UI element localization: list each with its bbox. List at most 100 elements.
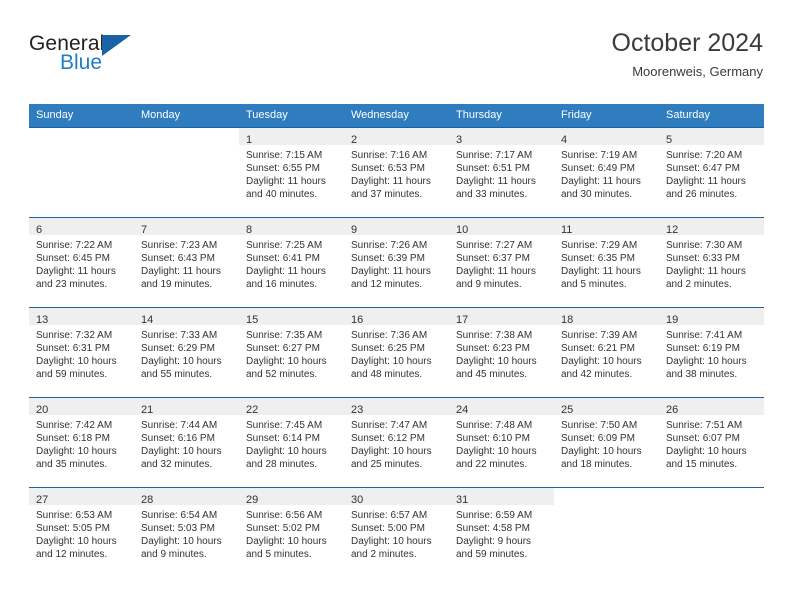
day-details: Sunrise: 7:51 AM Sunset: 6:07 PM Daylight:… — [659, 415, 764, 471]
page-header: General Blue October 2024 Moorenweis, Ge… — [29, 28, 763, 100]
day-cell[interactable]: 25 Sunrise: 7:50 AM Sunset: 6:09 PM Dayligh… — [554, 397, 659, 488]
daylight-text-line2: and 37 minutes. — [351, 189, 423, 200]
day-cell[interactable]: 1 Sunrise: 7:15 AM Sunset: 6:55 PM Daylight… — [239, 127, 344, 218]
day-number: 18 — [561, 314, 574, 326]
daylight-text-line2: and 5 minutes. — [561, 279, 627, 290]
day-details: Sunrise: 6:56 AM Sunset: 5:02 PM Daylight:… — [239, 505, 344, 561]
day-details: Sunrise: 7:25 AM Sunset: 6:41 PM Daylight:… — [239, 235, 344, 291]
sunrise-text: Sunrise: 7:36 AM — [351, 330, 428, 341]
day-number: 17 — [456, 314, 469, 326]
day-cell[interactable]: 13 Sunrise: 7:32 AM Sunset: 6:31 PM Dayligh… — [29, 307, 134, 398]
sunrise-text: Sunrise: 7:38 AM — [456, 330, 533, 341]
day-cell[interactable]: 16 Sunrise: 7:36 AM Sunset: 6:25 PM Dayligh… — [344, 307, 449, 398]
day-details: Sunrise: 7:20 AM Sunset: 6:47 PM Daylight:… — [659, 145, 764, 201]
day-cell[interactable]: 8 Sunrise: 7:25 AM Sunset: 6:41 PM Daylight… — [239, 217, 344, 308]
sunrise-text: Sunrise: 7:26 AM — [351, 240, 428, 251]
day-number-band: 29 — [239, 488, 344, 506]
logo-text-blue: Blue — [60, 51, 103, 74]
daylight-text-line1: Daylight: 11 hours — [561, 176, 641, 187]
daylight-text-line2: and 28 minutes. — [246, 459, 318, 470]
sunrise-text: Sunrise: 7:17 AM — [456, 150, 533, 161]
day-details: Sunrise: 7:35 AM Sunset: 6:27 PM Daylight:… — [239, 325, 344, 381]
day-cell[interactable]: 5 Sunrise: 7:20 AM Sunset: 6:47 PM Daylight… — [659, 127, 764, 218]
day-cell[interactable]: 21 Sunrise: 7:44 AM Sunset: 6:16 PM Dayligh… — [134, 397, 239, 488]
sunrise-text: Sunrise: 6:59 AM — [456, 510, 533, 521]
day-number-band: 31 — [449, 488, 554, 506]
sunrise-text: Sunrise: 7:48 AM — [456, 420, 533, 431]
day-cell[interactable]: 3 Sunrise: 7:17 AM Sunset: 6:51 PM Daylight… — [449, 127, 554, 218]
day-cell[interactable]: 6 Sunrise: 7:22 AM Sunset: 6:45 PM Daylight… — [29, 217, 134, 308]
day-number: 29 — [246, 494, 259, 506]
daylight-text-line2: and 40 minutes. — [246, 189, 318, 200]
daylight-text-line2: and 9 minutes. — [456, 279, 522, 290]
calendar-week-row: 13 Sunrise: 7:32 AM Sunset: 6:31 PM Dayligh… — [29, 307, 764, 398]
sunset-text: Sunset: 6:09 PM — [561, 433, 635, 444]
weekday-header-tuesday: Tuesday — [239, 104, 344, 128]
daylight-text-line1: Daylight: 11 hours — [456, 176, 536, 187]
day-number-band: 11 — [554, 218, 659, 236]
day-cell[interactable]: 31 Sunrise: 6:59 AM Sunset: 4:58 PM Dayligh… — [449, 487, 554, 577]
day-cell[interactable]: 30 Sunrise: 6:57 AM Sunset: 5:00 PM Dayligh… — [344, 487, 449, 577]
day-cell[interactable]: 17 Sunrise: 7:38 AM Sunset: 6:23 PM Dayligh… — [449, 307, 554, 398]
day-cell[interactable]: 19 Sunrise: 7:41 AM Sunset: 6:19 PM Dayligh… — [659, 307, 764, 398]
sunset-text: Sunset: 6:47 PM — [666, 163, 740, 174]
logo-triangle-icon — [102, 35, 131, 56]
day-cell[interactable]: 7 Sunrise: 7:23 AM Sunset: 6:43 PM Daylight… — [134, 217, 239, 308]
day-details: Sunrise: 6:59 AM Sunset: 4:58 PM Daylight:… — [449, 505, 554, 561]
day-number-band: 23 — [344, 398, 449, 416]
day-cell[interactable]: 12 Sunrise: 7:30 AM Sunset: 6:33 PM Dayligh… — [659, 217, 764, 308]
day-cell[interactable]: 22 Sunrise: 7:45 AM Sunset: 6:14 PM Dayligh… — [239, 397, 344, 488]
day-number-band: 26 — [659, 398, 764, 416]
daylight-text-line2: and 30 minutes. — [561, 189, 633, 200]
sunrise-text: Sunrise: 7:47 AM — [351, 420, 428, 431]
daylight-text-line1: Daylight: 10 hours — [36, 356, 117, 367]
day-cell[interactable]: 4 Sunrise: 7:19 AM Sunset: 6:49 PM Daylight… — [554, 127, 659, 218]
day-cell[interactable]: 11 Sunrise: 7:29 AM Sunset: 6:35 PM Dayligh… — [554, 217, 659, 308]
day-cell[interactable]: 15 Sunrise: 7:35 AM Sunset: 6:27 PM Dayligh… — [239, 307, 344, 398]
sunset-text: Sunset: 6:45 PM — [36, 253, 110, 264]
daylight-text-line2: and 15 minutes. — [666, 459, 738, 470]
day-number-band: 28 — [134, 488, 239, 506]
day-number-band: 9 — [344, 218, 449, 236]
day-cell[interactable]: 10 Sunrise: 7:27 AM Sunset: 6:37 PM Dayligh… — [449, 217, 554, 308]
page-title: October 2024 — [611, 29, 764, 57]
day-number-band: 22 — [239, 398, 344, 416]
day-cell[interactable]: 20 Sunrise: 7:42 AM Sunset: 6:18 PM Dayligh… — [29, 397, 134, 488]
sunset-text: Sunset: 5:03 PM — [141, 523, 215, 534]
day-details: Sunrise: 6:54 AM Sunset: 5:03 PM Daylight:… — [134, 505, 239, 561]
day-cell[interactable]: 26 Sunrise: 7:51 AM Sunset: 6:07 PM Dayligh… — [659, 397, 764, 488]
daylight-text-line1: Daylight: 10 hours — [141, 446, 222, 457]
day-number-band: 20 — [29, 398, 134, 416]
day-number: 28 — [141, 494, 154, 506]
day-cell[interactable]: 27 Sunrise: 6:53 AM Sunset: 5:05 PM Dayligh… — [29, 487, 134, 577]
day-cell[interactable]: 2 Sunrise: 7:16 AM Sunset: 6:53 PM Daylight… — [344, 127, 449, 218]
daylight-text-line2: and 22 minutes. — [456, 459, 528, 470]
sunrise-text: Sunrise: 7:32 AM — [36, 330, 113, 341]
day-cell[interactable]: 23 Sunrise: 7:47 AM Sunset: 6:12 PM Dayligh… — [344, 397, 449, 488]
day-number-band: 14 — [134, 308, 239, 326]
day-cell[interactable]: 18 Sunrise: 7:39 AM Sunset: 6:21 PM Dayligh… — [554, 307, 659, 398]
daylight-text-line2: and 35 minutes. — [36, 459, 108, 470]
day-cell[interactable]: 28 Sunrise: 6:54 AM Sunset: 5:03 PM Dayligh… — [134, 487, 239, 577]
day-number-band: 30 — [344, 488, 449, 506]
day-number-band: 21 — [134, 398, 239, 416]
sunrise-text: Sunrise: 7:16 AM — [351, 150, 428, 161]
day-cell[interactable]: 29 Sunrise: 6:56 AM Sunset: 5:02 PM Dayligh… — [239, 487, 344, 577]
day-cell[interactable]: 14 Sunrise: 7:33 AM Sunset: 6:29 PM Dayligh… — [134, 307, 239, 398]
day-number-band: 27 — [29, 488, 134, 506]
daylight-text-line2: and 2 minutes. — [666, 279, 732, 290]
weekday-header-monday: Monday — [134, 104, 239, 128]
day-number: 10 — [456, 224, 469, 236]
daylight-text-line1: Daylight: 11 hours — [246, 266, 326, 277]
day-number: 24 — [456, 404, 469, 416]
day-number-band: 16 — [344, 308, 449, 326]
daylight-text-line1: Daylight: 11 hours — [456, 266, 536, 277]
day-cell[interactable]: 9 Sunrise: 7:26 AM Sunset: 6:39 PM Daylight… — [344, 217, 449, 308]
day-details: Sunrise: 7:41 AM Sunset: 6:19 PM Daylight:… — [659, 325, 764, 381]
day-cell[interactable]: 24 Sunrise: 7:48 AM Sunset: 6:10 PM Dayligh… — [449, 397, 554, 488]
sunset-text: Sunset: 6:21 PM — [561, 343, 635, 354]
weekday-header-saturday: Saturday — [659, 104, 764, 128]
daylight-text-line1: Daylight: 10 hours — [666, 356, 747, 367]
daylight-text-line1: Daylight: 9 hours — [456, 536, 532, 547]
day-details: Sunrise: 7:23 AM Sunset: 6:43 PM Daylight:… — [134, 235, 239, 291]
